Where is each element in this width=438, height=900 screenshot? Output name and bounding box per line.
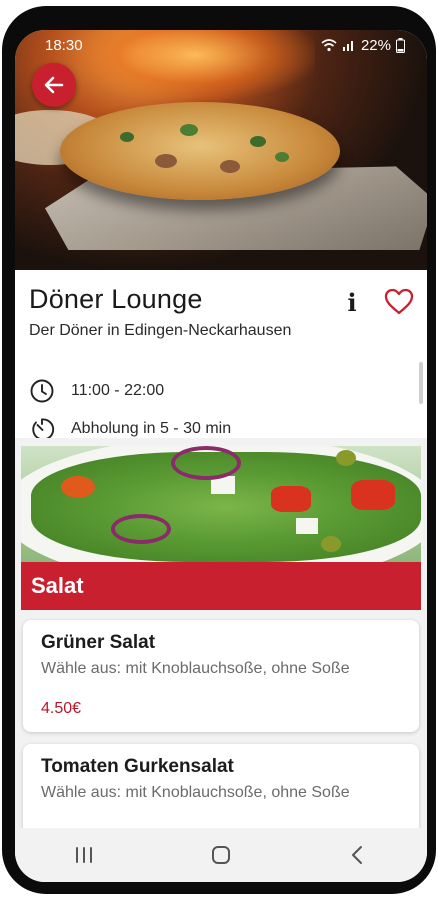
arrow-left-icon	[44, 76, 64, 94]
hours-row: 11:00 - 22:00	[29, 378, 164, 404]
feta-cube	[296, 518, 318, 534]
restaurant-tagline: Der Döner in Edingen-Neckarhausen	[29, 322, 292, 339]
system-back-button[interactable]	[338, 835, 378, 875]
status-icons: 22%	[321, 37, 405, 54]
app-screen: 18:30 22% Döner Lounge Der Döner in Edin…	[15, 30, 427, 882]
pizza	[60, 102, 340, 200]
phone-frame: 18:30 22% Döner Lounge Der Döner in Edin…	[0, 0, 438, 900]
scroll-indicator	[419, 362, 423, 404]
basil-topping	[275, 152, 289, 162]
onion-ring	[171, 446, 241, 480]
status-time: 18:30	[45, 36, 83, 54]
opening-hours: 11:00 - 22:00	[71, 382, 165, 399]
recents-icon	[75, 847, 92, 863]
battery-icon	[396, 37, 405, 53]
nav-back-icon	[352, 846, 363, 864]
wifi-icon	[321, 39, 337, 52]
tomato-piece	[351, 480, 395, 510]
olive	[321, 536, 341, 552]
clock-icon	[30, 379, 54, 403]
olive	[336, 450, 356, 466]
item-description: Wähle aus: mit Knoblauchsoße, ohne Soße	[41, 784, 350, 801]
salad-category-image	[21, 446, 421, 562]
recents-button[interactable]	[64, 835, 104, 875]
onion-ring	[111, 514, 171, 544]
signal-icon	[342, 41, 353, 51]
pickup-time: Abholung in 5 - 30 min	[71, 420, 232, 437]
basil-topping	[250, 136, 266, 147]
device-bezel: 18:30 22% Döner Lounge Der Döner in Edin…	[2, 6, 436, 894]
category-header-salat[interactable]: Salat	[21, 562, 421, 610]
basil-topping	[180, 124, 198, 136]
menu-item-card[interactable]: Grüner Salat Wähle aus: mit Knoblauchsoß…	[23, 620, 419, 732]
mushroom-topping	[220, 160, 240, 173]
menu-item-card[interactable]: Tomaten Gurkensalat Wähle aus: mit Knobl…	[23, 744, 419, 828]
menu-list[interactable]: Salat Grüner Salat Wähle aus: mit Knobla…	[15, 438, 427, 828]
mushroom-topping	[155, 154, 177, 168]
item-description: Wähle aus: mit Knoblauchsoße, ohne Soße	[41, 660, 350, 677]
info-icon[interactable]: i	[341, 288, 363, 318]
item-name: Tomaten Gurkensalat	[41, 756, 234, 777]
restaurant-info: Döner Lounge Der Döner in Edingen-Neckar…	[15, 270, 427, 441]
home-icon	[211, 846, 230, 864]
hero-pizza-image: 18:30 22%	[15, 30, 427, 270]
item-name: Grüner Salat	[41, 632, 156, 653]
restaurant-name: Döner Lounge	[29, 284, 203, 314]
item-price: 4.50€	[41, 700, 82, 717]
status-bar: 18:30 22%	[15, 30, 427, 60]
tomato-piece	[271, 486, 311, 512]
back-button[interactable]	[32, 63, 76, 107]
heart-outline-icon	[384, 288, 414, 315]
battery-percent: 22%	[360, 36, 391, 54]
home-button[interactable]	[201, 835, 241, 875]
system-nav-bar	[15, 828, 427, 882]
carrot-slice	[61, 476, 95, 498]
favorite-button[interactable]	[383, 286, 415, 318]
basil-topping	[120, 132, 134, 142]
